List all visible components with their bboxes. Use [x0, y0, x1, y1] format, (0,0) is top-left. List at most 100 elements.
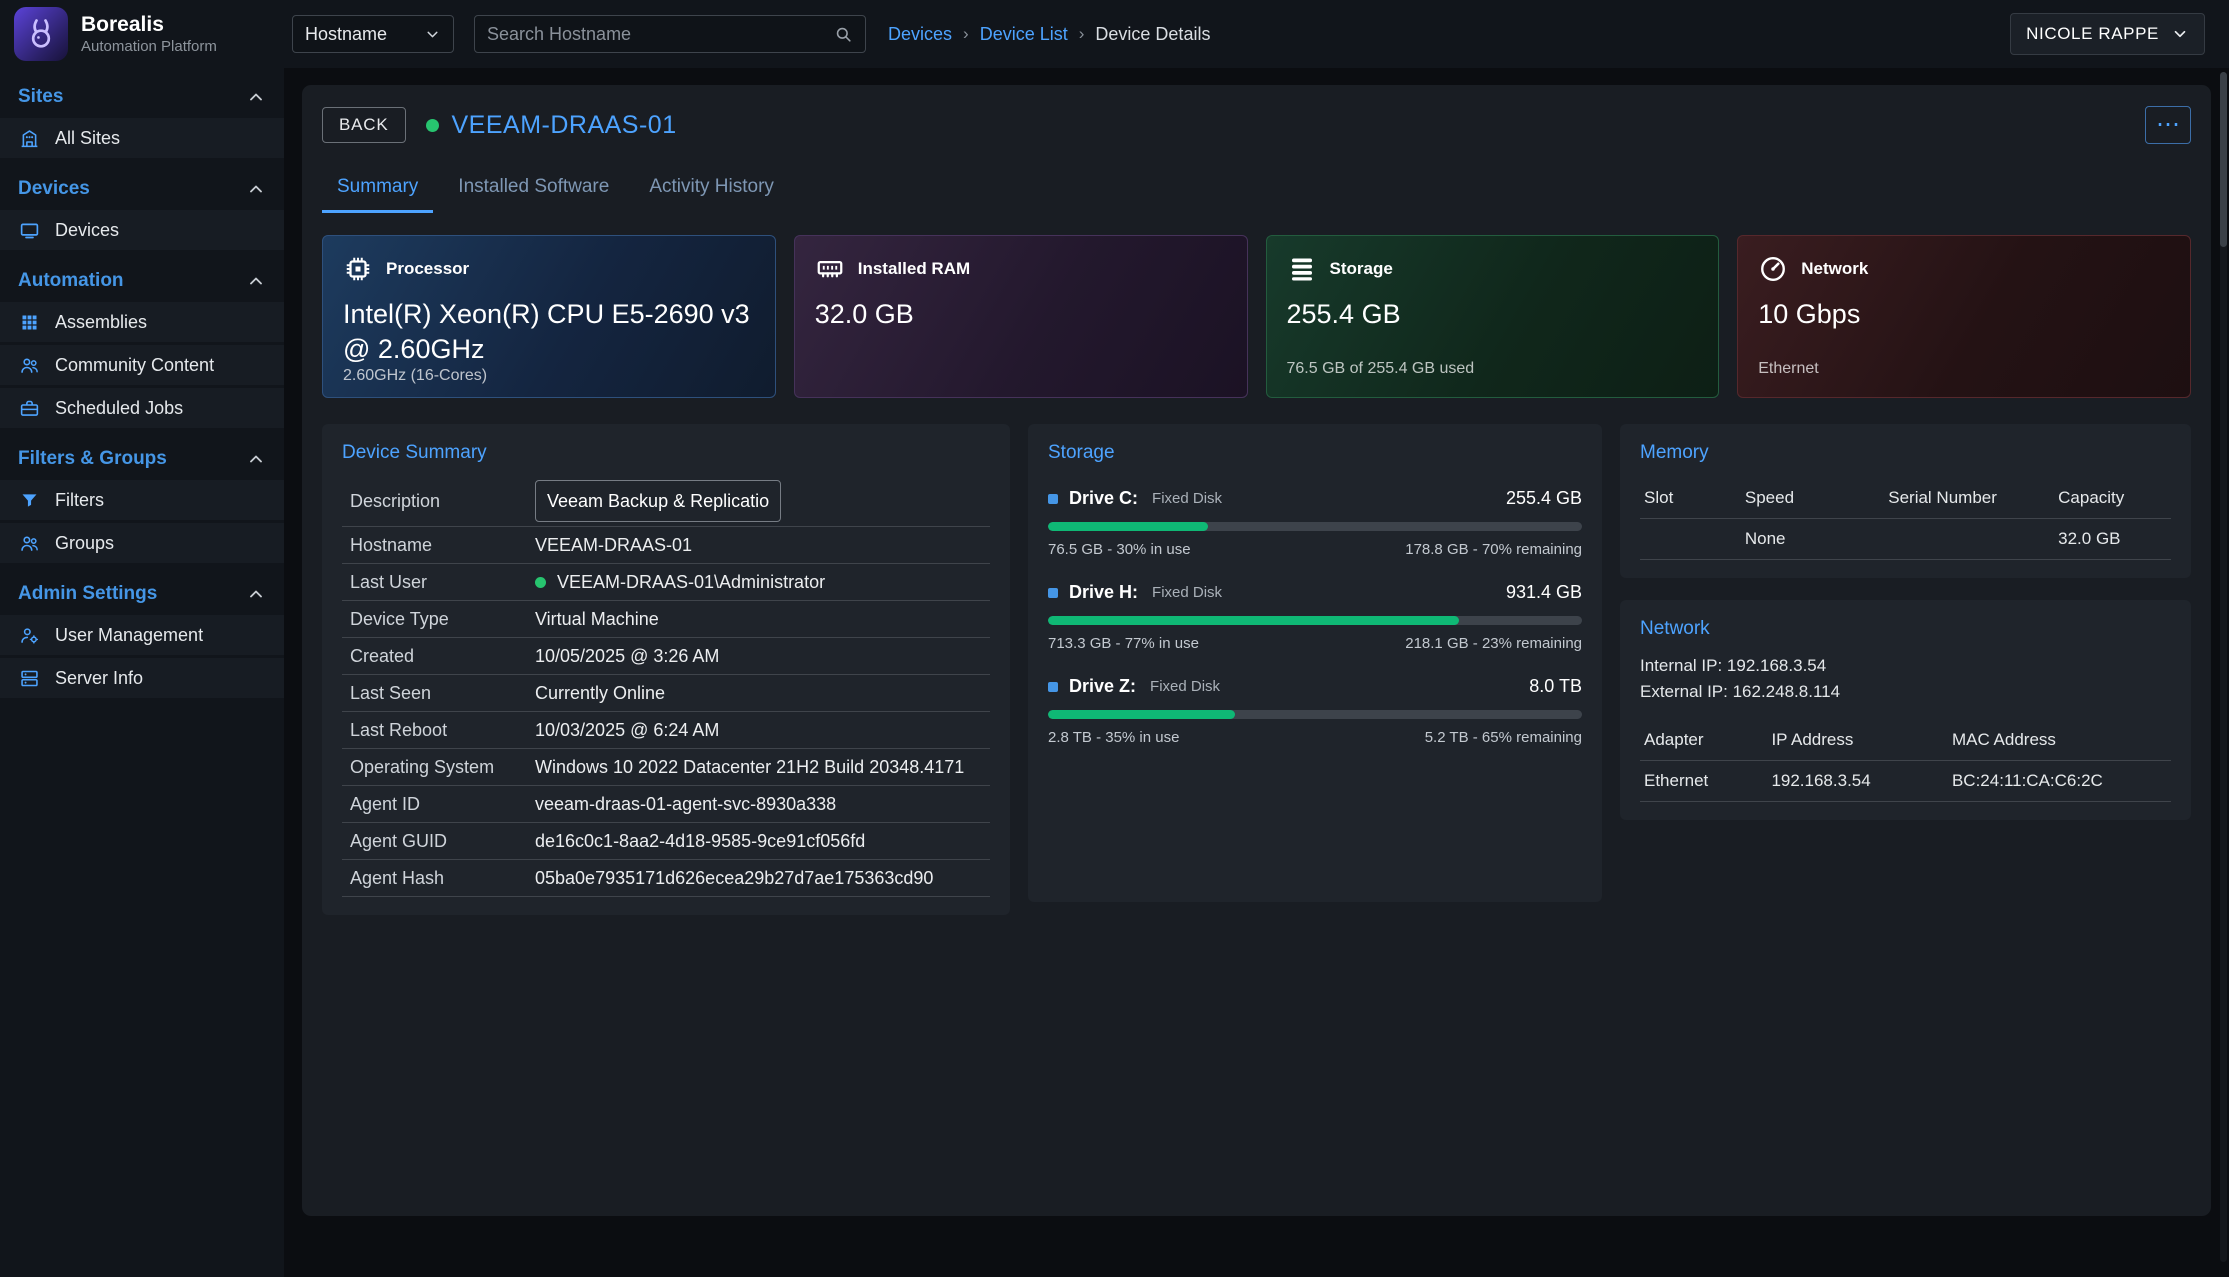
sidebar-section-header-automation[interactable]: Automation: [0, 260, 284, 302]
search-box: [474, 15, 866, 53]
sidebar-item-filters[interactable]: Filters: [0, 480, 284, 520]
more-actions-button[interactable]: ⋯: [2145, 106, 2191, 144]
storage-icon: [1287, 254, 1317, 284]
sidebar-section-header-devices[interactable]: Devices: [0, 168, 284, 210]
user-menu-button[interactable]: NICOLE RAPPE: [2010, 13, 2205, 55]
sidebar-item-label: Server Info: [55, 668, 143, 689]
drive-name: Drive Z:: [1069, 676, 1136, 697]
breadcrumb-separator: ›: [1079, 24, 1085, 44]
memory-table: Slot Speed Serial Number Capacity None 3…: [1640, 478, 2171, 560]
stat-card-value: 32.0 GB: [815, 297, 1227, 332]
rabbit-logo-icon: [23, 16, 59, 52]
sidebar-item-label: User Management: [55, 625, 203, 646]
drive-usage-bar: [1048, 710, 1582, 719]
sidebar-item-all-sites[interactable]: All Sites: [0, 118, 284, 158]
summary-label: Hostname: [350, 535, 535, 556]
chevron-up-icon: [246, 179, 266, 199]
summary-row-created: Created 10/05/2025 @ 3:26 AM: [342, 638, 990, 675]
tab-activity-history[interactable]: Activity History: [634, 168, 789, 213]
drive-name: Drive H:: [1069, 582, 1138, 603]
drive-size: 931.4 GB: [1506, 582, 1582, 603]
drive-size: 8.0 TB: [1529, 676, 1582, 697]
breadcrumb-device-list[interactable]: Device List: [980, 24, 1068, 45]
back-button[interactable]: BACK: [322, 107, 406, 143]
drive-name: Drive C:: [1069, 488, 1138, 509]
memory-cell-speed: None: [1741, 519, 1884, 560]
sidebar-item-devices[interactable]: Devices: [0, 210, 284, 250]
sidebar-item-label: Scheduled Jobs: [55, 398, 183, 419]
network-cell-adapter: Ethernet: [1640, 761, 1767, 802]
drive-remaining: 218.1 GB - 23% remaining: [1405, 635, 1582, 652]
memory-panel-title: Memory: [1640, 442, 2171, 464]
summary-row-hostname: Hostname VEEAM-DRAAS-01: [342, 527, 990, 564]
breadcrumb-separator: ›: [963, 24, 969, 44]
sidebar-item-community-content[interactable]: Community Content: [0, 345, 284, 385]
sidebar-section-label: Sites: [18, 86, 63, 108]
memory-header-capacity: Capacity: [2054, 478, 2171, 519]
summary-label: Description: [350, 491, 535, 512]
drive-z: Drive Z: Fixed Disk 8.0 TB 2.8 TB - 35% …: [1048, 676, 1582, 746]
summary-value: 10/05/2025 @ 3:26 AM: [535, 646, 719, 667]
drive-in-use: 76.5 GB - 30% in use: [1048, 541, 1191, 558]
network-table: Adapter IP Address MAC Address Ethernet …: [1640, 720, 2171, 802]
sidebar: Borealis Automation Platform Sites All S…: [0, 0, 284, 1277]
device-header: BACK VEEAM-DRAAS-01 ⋯: [322, 106, 2191, 144]
scrollbar-thumb[interactable]: [2220, 72, 2227, 247]
sidebar-item-user-management[interactable]: User Management: [0, 615, 284, 655]
sidebar-section-header-filters-groups[interactable]: Filters & Groups: [0, 438, 284, 480]
breadcrumb-devices[interactable]: Devices: [888, 24, 952, 45]
network-header-mac: MAC Address: [1948, 720, 2171, 761]
sidebar-item-assemblies[interactable]: Assemblies: [0, 302, 284, 342]
description-input[interactable]: [535, 480, 781, 522]
device-name: VEEAM-DRAAS-01: [452, 111, 677, 140]
summary-value: Windows 10 2022 Datacenter 21H2 Build 20…: [535, 757, 964, 778]
device-summary-table: Description Hostname VEEAM-DRAAS-01 Las: [342, 476, 990, 897]
summary-row-operating-system: Operating System Windows 10 2022 Datacen…: [342, 749, 990, 786]
summary-row-agent-id: Agent ID veeam-draas-01-agent-svc-8930a3…: [342, 786, 990, 823]
scrollbar[interactable]: [2220, 72, 2227, 1262]
memory-header-serial: Serial Number: [1884, 478, 2054, 519]
main-area: BACK VEEAM-DRAAS-01 ⋯ Summary Installed …: [284, 68, 2229, 1277]
sidebar-section-label: Filters & Groups: [18, 448, 167, 470]
app-logo-row: Borealis Automation Platform: [0, 0, 284, 68]
drive-icon: [1048, 682, 1058, 692]
right-column: Hostname Devices › Device List › Device …: [284, 0, 2229, 1277]
sidebar-section-header-sites[interactable]: Sites: [0, 76, 284, 118]
grid-icon: [19, 312, 40, 333]
summary-value: VEEAM-DRAAS-01: [535, 535, 692, 556]
sidebar-item-server-info[interactable]: Server Info: [0, 658, 284, 698]
stat-card-footer: Ethernet: [1758, 360, 2170, 379]
online-status-dot: [535, 577, 546, 588]
drive-in-use: 713.3 GB - 77% in use: [1048, 635, 1199, 652]
memory-header-slot: Slot: [1640, 478, 1741, 519]
stat-card-storage: Storage 255.4 GB 76.5 GB of 255.4 GB use…: [1266, 235, 1720, 398]
app-name: Borealis: [81, 13, 217, 37]
network-panel-title: Network: [1640, 618, 2171, 640]
sidebar-section-header-admin-settings[interactable]: Admin Settings: [0, 573, 284, 615]
sidebar-section-label: Automation: [18, 270, 124, 292]
stat-card-label: Storage: [1330, 259, 1393, 279]
hostname-dropdown[interactable]: Hostname: [292, 15, 454, 53]
summary-row-agent-guid: Agent GUID de16c0c1-8aa2-4d18-9585-9ce91…: [342, 823, 990, 860]
sidebar-item-label: Groups: [55, 533, 114, 554]
memory-panel: Memory Slot Speed Serial Number Capacity…: [1620, 424, 2191, 578]
summary-value: VEEAM-DRAAS-01\Administrator: [557, 572, 825, 593]
search-icon[interactable]: [834, 25, 853, 44]
stat-card-footer: 2.60GHz (16-Cores): [343, 367, 755, 386]
detail-row: Device Summary Description Hostname VEEA…: [322, 424, 2191, 915]
drive-usage-fill: [1048, 616, 1459, 625]
sidebar-item-groups[interactable]: Groups: [0, 523, 284, 563]
search-input[interactable]: [487, 24, 824, 45]
stat-card-value: Intel(R) Xeon(R) CPU E5-2690 v3 @ 2.60GH…: [343, 297, 755, 367]
stat-card-processor: Processor Intel(R) Xeon(R) CPU E5-2690 v…: [322, 235, 776, 398]
drive-icon: [1048, 588, 1058, 598]
device-summary-panel: Device Summary Description Hostname VEEA…: [322, 424, 1010, 915]
storage-panel-title: Storage: [1048, 442, 1582, 464]
summary-value: de16c0c1-8aa2-4d18-9585-9ce91cf056fd: [535, 831, 865, 852]
tab-summary[interactable]: Summary: [322, 168, 433, 213]
monitor-icon: [19, 220, 40, 241]
breadcrumb-current: Device Details: [1095, 24, 1210, 45]
tab-installed-software[interactable]: Installed Software: [443, 168, 624, 213]
summary-value: Virtual Machine: [535, 609, 659, 630]
sidebar-item-scheduled-jobs[interactable]: Scheduled Jobs: [0, 388, 284, 428]
